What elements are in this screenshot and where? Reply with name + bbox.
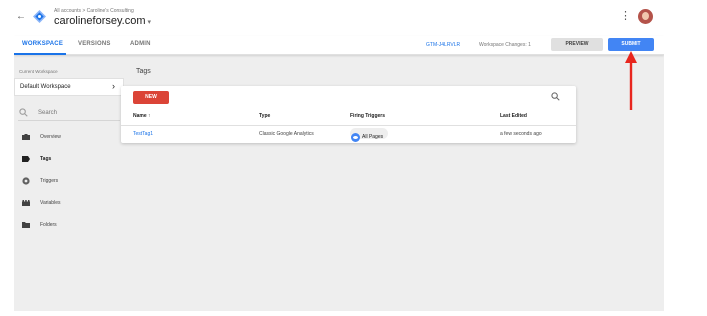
sidebar-item-folders[interactable]: Folders	[14, 220, 124, 232]
trigger-icon	[22, 177, 30, 185]
tag-type: Classic Google Analytics	[259, 131, 314, 137]
submit-button[interactable]: SUBMIT	[608, 38, 654, 51]
sidebar-item-overview[interactable]: Overview	[14, 132, 124, 144]
top-bar: ← All accounts > Caroline's Consulting c…	[14, 0, 664, 36]
table-divider	[121, 125, 576, 126]
search-icon[interactable]	[551, 92, 560, 101]
sidebar-item-label: Tags	[40, 156, 52, 162]
container-name: carolineforsey.com	[54, 15, 146, 27]
column-header-type[interactable]: Type	[259, 113, 270, 119]
workspace-changes-count: Workspace Changes: 1	[479, 42, 531, 48]
sidebar-item-triggers[interactable]: Triggers	[14, 176, 124, 188]
workspace-selector[interactable]: Default Workspace ›	[14, 78, 124, 96]
trigger-chip[interactable]: All Pages	[350, 128, 389, 142]
tab-admin[interactable]: ADMIN	[130, 41, 151, 47]
breadcrumb[interactable]: All accounts > Caroline's Consulting	[54, 8, 134, 14]
sidebar-item-tags[interactable]: Tags	[14, 154, 124, 166]
sidebar-item-label: Overview	[40, 134, 61, 140]
gtm-logo-icon	[33, 10, 46, 23]
app-window: ← All accounts > Caroline's Consulting c…	[14, 0, 664, 311]
chevron-right-icon: ›	[112, 81, 115, 91]
back-arrow-icon[interactable]: ←	[16, 11, 26, 22]
column-header-name[interactable]: Name ↑	[133, 113, 151, 119]
container-selector[interactable]: carolineforsey.com ▾	[54, 15, 151, 27]
sidebar-item-label: Variables	[40, 200, 61, 206]
page-title: Tags	[136, 68, 151, 75]
preview-button[interactable]: PREVIEW	[551, 38, 603, 51]
sidebar-search[interactable]: Search	[18, 107, 120, 121]
new-tag-button[interactable]: NEW	[133, 91, 169, 104]
container-id-link[interactable]: GTM-J4LRVLR	[426, 42, 460, 48]
avatar[interactable]	[638, 9, 653, 24]
avatar-face	[642, 12, 649, 20]
sidebar-item-variables[interactable]: Variables	[14, 198, 124, 210]
column-header-firing-triggers[interactable]: Firing Triggers	[350, 113, 385, 119]
sidebar-search-label: Search	[38, 110, 58, 116]
tab-versions[interactable]: VERSIONS	[78, 41, 111, 47]
search-icon	[19, 108, 28, 117]
sidebar-item-label: Triggers	[40, 178, 59, 184]
nav-bar: WORKSPACE VERSIONS ADMIN GTM-J4LRVLR Wor…	[14, 36, 664, 55]
chevron-down-icon: ▾	[147, 19, 152, 26]
tags-table-card: NEW Name ↑ Type Firing Triggers Last Edi…	[121, 86, 576, 143]
tag-icon	[22, 156, 30, 162]
current-workspace-label: Current Workspace	[19, 69, 58, 74]
column-header-last-edited[interactable]: Last Edited	[500, 113, 527, 119]
kebab-menu-icon[interactable]: ⋮	[620, 11, 631, 22]
last-edited-value: a few seconds ago	[500, 131, 542, 137]
active-tab-indicator	[14, 53, 66, 55]
tag-name-link[interactable]: TestTag1	[133, 131, 153, 137]
folder-icon	[22, 222, 30, 228]
trigger-chip-label: All Pages	[362, 134, 384, 141]
pageview-eye-icon	[351, 132, 360, 142]
workspace-name: Default Workspace	[20, 84, 71, 90]
briefcase-icon	[22, 134, 30, 140]
sidebar-item-label: Folders	[40, 222, 57, 228]
variables-icon	[22, 200, 30, 206]
tab-workspace[interactable]: WORKSPACE	[22, 41, 63, 47]
